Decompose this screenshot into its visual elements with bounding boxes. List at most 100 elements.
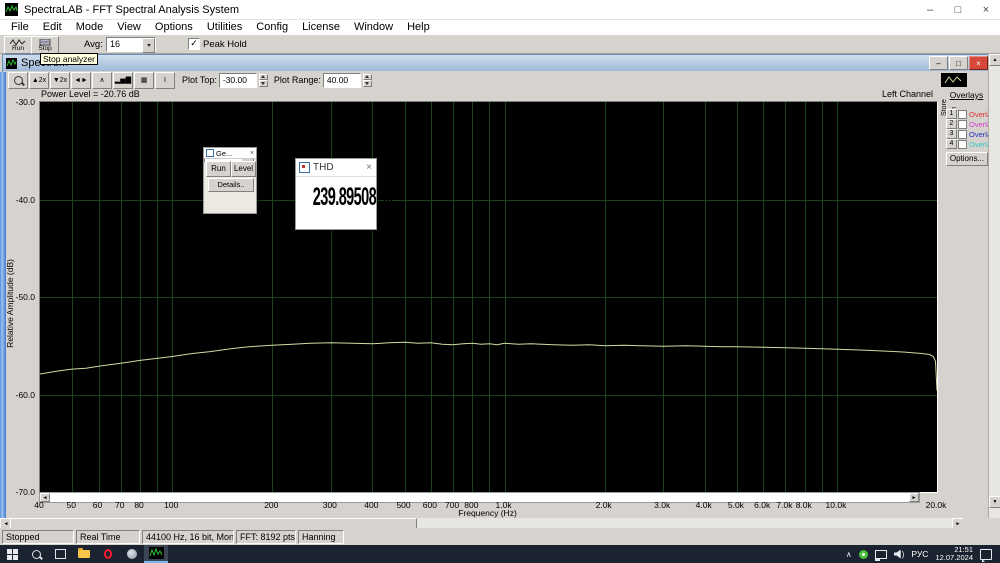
spectrum-plot[interactable] <box>39 101 938 493</box>
spectrum-restore-icon[interactable]: □ <box>949 56 968 70</box>
thd-title: THD <box>313 162 334 173</box>
overlays-options-button[interactable]: Options... <box>946 152 988 166</box>
generator-title: Ge... <box>216 148 233 158</box>
peak-hold-checkbox[interactable]: ✓ <box>188 38 200 50</box>
peak-hold-label: Peak Hold <box>203 39 247 50</box>
network-icon[interactable] <box>874 549 887 561</box>
thd-close-icon[interactable]: × <box>366 162 372 173</box>
plot-top-spinner[interactable] <box>258 73 268 87</box>
scroll-up-icon[interactable]: ▲ <box>989 54 1000 66</box>
main-toolbar: Run Stop Avg: 16 ✓ Peak Hold <box>0 35 1000 54</box>
horizontal-scrollbar[interactable]: ◄ ► <box>0 518 964 530</box>
overlay-checkbox-4[interactable] <box>958 139 967 149</box>
menu-item-edit[interactable]: Edit <box>36 20 69 35</box>
maximize-icon[interactable]: □ <box>944 0 972 19</box>
file-explorer-button[interactable] <box>72 545 96 563</box>
generator-details-button[interactable]: Details.. <box>208 178 254 192</box>
y-tick--30.0: -30.0 <box>15 97 35 107</box>
windows-logo-icon <box>6 548 18 560</box>
overlay-checkbox-3[interactable] <box>958 129 967 139</box>
window-title: SpectraLAB - FFT Spectral Analysis Syste… <box>24 3 239 16</box>
spectrum-trace <box>40 341 937 391</box>
spectrum-minimize-icon[interactable]: – <box>929 56 948 70</box>
folder-icon <box>78 548 90 558</box>
spectralab-app: SpectraLAB - FFT Spectral Analysis Syste… <box>0 0 1000 563</box>
avg-select[interactable]: 16 <box>106 37 156 53</box>
peak-cursor-button[interactable]: ∧ <box>92 71 112 89</box>
menu-item-utilities[interactable]: Utilities <box>200 20 249 35</box>
menu-item-file[interactable]: File <box>4 20 36 35</box>
tray-chevron-icon[interactable]: ∧ <box>846 550 852 559</box>
run-button[interactable]: Run <box>4 36 32 54</box>
overlay-store-button-2[interactable]: 2 <box>946 119 957 129</box>
scroll-down-icon[interactable]: ▼ <box>989 496 1000 508</box>
spectrum-toolbar: ▲2x ▼2x ◄► ∧ ▂▅▇ ▦ I Plot Top: -30.00 Plot Ran… <box>3 71 989 89</box>
clock[interactable]: 21:51 12.07.2024 <box>935 546 973 562</box>
generator-titlebar[interactable]: Ge... × <box>204 148 256 159</box>
vertical-scrollbar[interactable]: ▲ ▼ <box>988 54 1000 518</box>
close-icon[interactable]: × <box>972 0 1000 19</box>
plot-scroll-right-icon[interactable]: ► <box>909 493 919 502</box>
scrollbar-corner <box>963 518 1000 528</box>
plot-top-value: -30.00 <box>222 74 247 85</box>
tray-date: 12.07.2024 <box>935 553 973 562</box>
x-expand-button[interactable]: ◄► <box>71 71 91 89</box>
tray-status-icon[interactable] <box>858 549 868 559</box>
plot-range-input[interactable]: 40.00 <box>322 72 361 88</box>
main-titlebar: SpectraLAB - FFT Spectral Analysis Syste… <box>0 0 1000 20</box>
spectralab-taskbar-button[interactable] <box>144 545 168 563</box>
minimize-icon[interactable]: – <box>916 0 944 19</box>
wave-icon <box>944 76 962 84</box>
overlay-store-button-4[interactable]: 4 <box>946 139 957 149</box>
zoom-tool-button[interactable] <box>8 71 28 89</box>
overlay-checkbox-1[interactable] <box>958 109 967 119</box>
taskbar-search-button[interactable] <box>24 545 48 563</box>
menu-item-license[interactable]: License <box>295 20 347 35</box>
app-shortcut-button[interactable] <box>120 545 144 563</box>
menu-item-options[interactable]: Options <box>148 20 200 35</box>
avg-dropdown-icon[interactable] <box>142 38 155 53</box>
spectrum-close-icon[interactable]: × <box>969 56 988 70</box>
language-indicator[interactable]: РУС <box>911 549 928 559</box>
plot-top-input[interactable]: -30.00 <box>218 72 257 88</box>
display-options-button[interactable]: ▦ <box>134 71 154 89</box>
volume-icon[interactable]: ) <box>893 549 904 559</box>
generator-close-icon[interactable]: × <box>250 150 254 157</box>
plot-range-label: Plot Range: <box>273 75 321 85</box>
plot-range-value: 40.00 <box>326 74 349 85</box>
cursor-button[interactable]: I <box>155 71 175 89</box>
menu-item-config[interactable]: Config <box>249 20 295 35</box>
avg-value: 16 <box>110 39 121 49</box>
thd-titlebar[interactable]: THD × <box>296 159 376 177</box>
avg-label: Avg: <box>84 39 103 50</box>
menu-item-view[interactable]: View <box>110 20 148 35</box>
generator-level-button[interactable]: Level <box>231 161 256 177</box>
thd-window: THD × 239.89508 % <box>295 158 392 230</box>
overlay-store-button-1[interactable]: 1 <box>946 109 957 119</box>
overlay-store-button-3[interactable]: 3 <box>946 129 957 139</box>
menu-bar: File Edit Mode View Options Utilities Config Li… <box>0 20 1000 35</box>
x-axis-label: Frequency (Hz) <box>458 508 517 518</box>
y-tick--70.0: -70.0 <box>15 487 35 497</box>
opera-browser-button[interactable] <box>96 545 120 563</box>
bar-display-button[interactable]: ▂▅▇ <box>113 71 133 89</box>
menu-item-mode[interactable]: Mode <box>69 20 111 35</box>
spectrum-window: Spectrum – □ × ▲2x▼2x◄►∧▂▅▇▦I Plot Top: … <box>2 54 1000 520</box>
generator-run-button[interactable]: Run <box>206 161 231 177</box>
scale-down-2x-button[interactable]: ▼2x <box>50 71 70 89</box>
search-icon <box>31 549 41 559</box>
overlay-checkbox-2[interactable] <box>958 119 967 129</box>
channel-label: Left Channel <box>881 89 933 99</box>
action-center-icon[interactable] <box>980 548 992 562</box>
start-button[interactable] <box>0 545 24 563</box>
window-frame-strip <box>0 72 6 518</box>
menu-item-help[interactable]: Help <box>400 20 437 35</box>
plot-range-spinner[interactable] <box>362 73 372 87</box>
utility-toolbar-button[interactable] <box>941 73 967 87</box>
spectrum-titlebar[interactable]: Spectrum – □ × <box>3 55 989 71</box>
menu-item-window[interactable]: Window <box>347 20 400 35</box>
task-view-button[interactable] <box>48 545 72 563</box>
stop-button[interactable]: Stop <box>31 36 59 54</box>
spectralab-icon <box>148 547 164 559</box>
scale-up-2x-button[interactable]: ▲2x <box>29 71 49 89</box>
